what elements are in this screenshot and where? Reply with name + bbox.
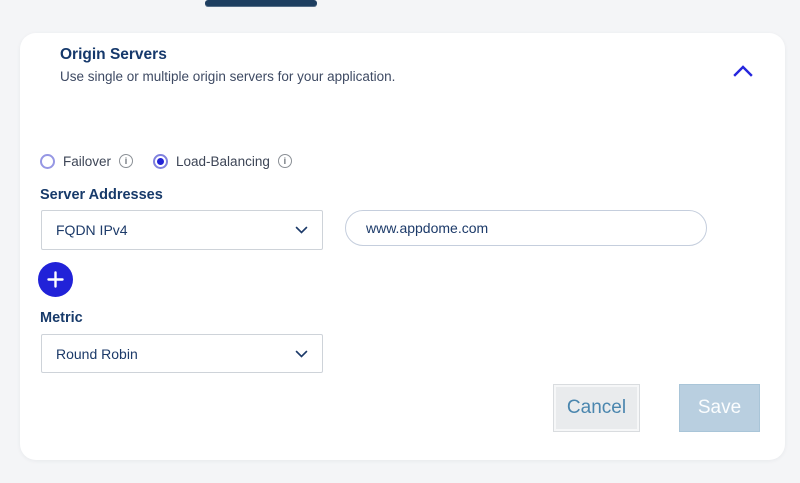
save-button[interactable]: Save — [679, 384, 760, 432]
radio-failover[interactable]: Failover — [40, 154, 111, 169]
add-server-button[interactable] — [38, 262, 73, 297]
radio-failover-circle[interactable] — [40, 154, 55, 169]
radio-load-balancing-label: Load-Balancing — [176, 154, 270, 169]
chevron-down-icon — [295, 350, 308, 358]
radio-failover-label: Failover — [63, 154, 111, 169]
chevron-down-icon — [295, 226, 308, 234]
metric-select-value: Round Robin — [56, 346, 138, 362]
radio-load-balancing[interactable]: Load-Balancing — [153, 154, 270, 169]
active-tab-indicator — [205, 0, 317, 7]
plus-icon — [46, 270, 65, 289]
panel-title: Origin Servers — [60, 46, 167, 64]
server-addresses-label: Server Addresses — [40, 187, 163, 203]
chevron-up-icon — [732, 64, 754, 78]
server-address-input[interactable] — [345, 210, 707, 246]
server-type-select-value: FQDN IPv4 — [56, 222, 128, 238]
page: Origin Servers Use single or multiple or… — [0, 0, 800, 483]
load-balancing-info-icon[interactable]: i — [278, 154, 292, 168]
metric-label: Metric — [40, 310, 83, 326]
failover-info-icon[interactable]: i — [119, 154, 133, 168]
server-type-select[interactable]: FQDN IPv4 — [41, 210, 323, 250]
panel-subtitle: Use single or multiple origin servers fo… — [60, 69, 395, 84]
radio-load-balancing-circle[interactable] — [153, 154, 168, 169]
cancel-button[interactable]: Cancel — [553, 384, 640, 432]
mode-radio-group: Failover i Load-Balancing i — [40, 151, 292, 171]
collapse-button[interactable] — [725, 55, 761, 87]
origin-servers-panel: Origin Servers Use single or multiple or… — [20, 33, 785, 460]
metric-select[interactable]: Round Robin — [41, 334, 323, 373]
